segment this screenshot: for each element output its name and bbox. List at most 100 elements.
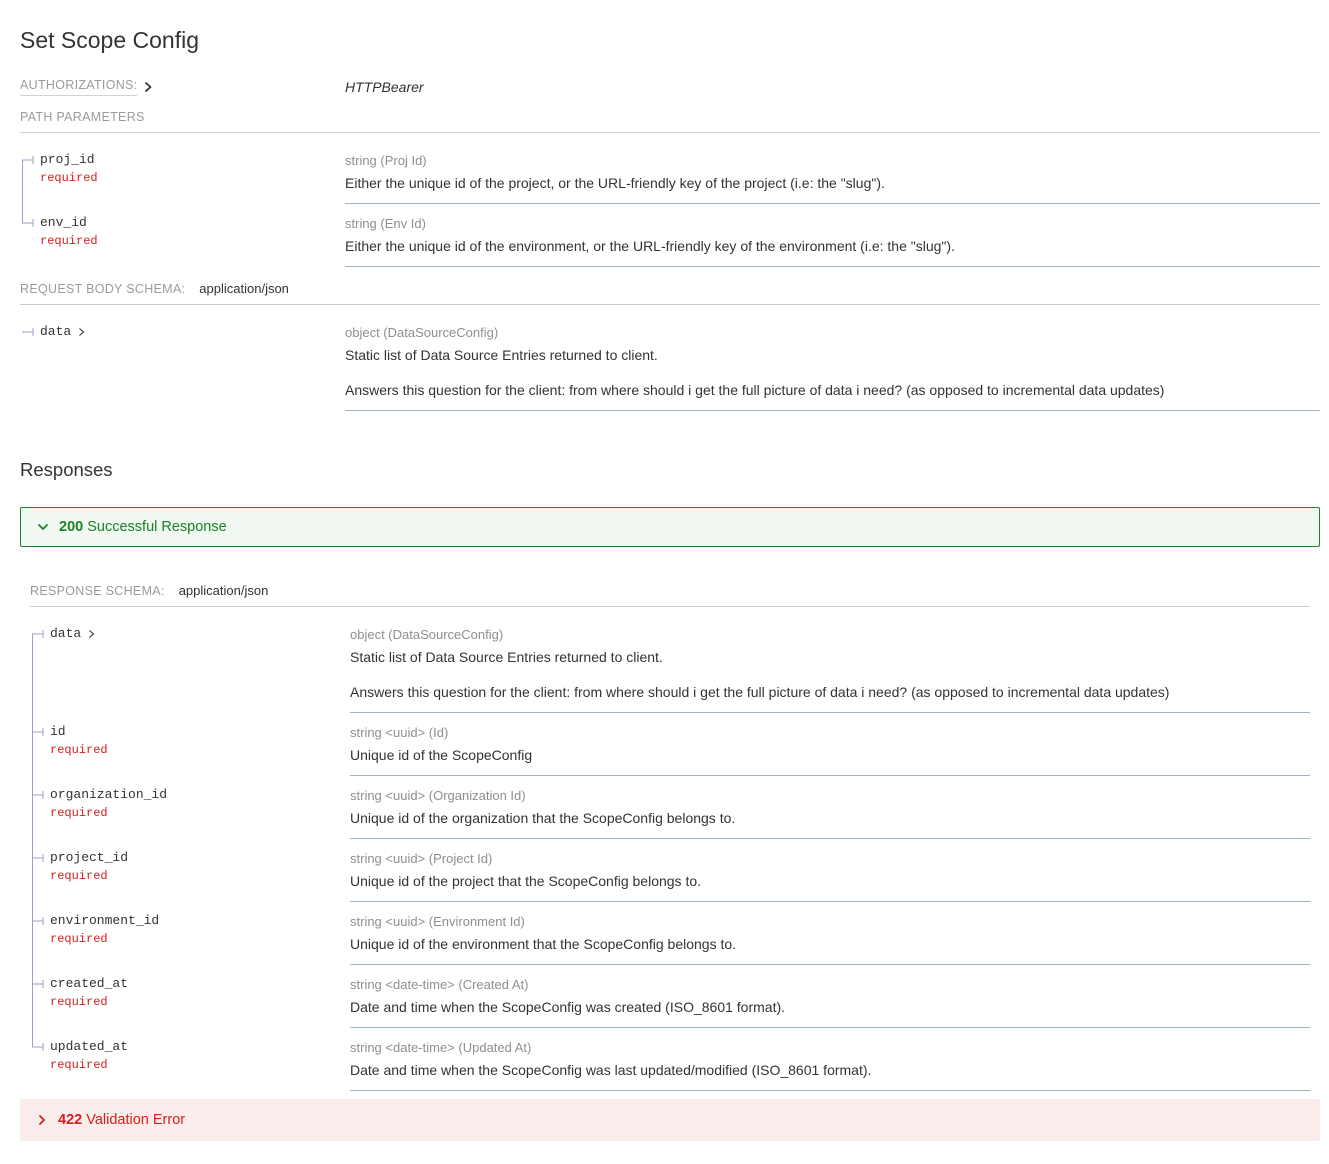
field-row-proj-id: proj_id required string (Proj Id) Either… — [20, 141, 1320, 204]
field-name: created_at — [50, 976, 128, 992]
response-200-code: 200 — [59, 519, 83, 535]
response-422-code: 422 — [58, 1112, 82, 1128]
tree-branch-icon — [22, 218, 35, 228]
response-schema-header: RESPONSE SCHEMA: application/json — [30, 583, 1310, 607]
path-parameters-header: PATH PARAMETERS — [20, 110, 1320, 133]
field-name: id — [50, 724, 66, 740]
field-name-cell: env_id required — [20, 204, 345, 267]
field-type: string <date-time> (Updated At) — [350, 1039, 1310, 1056]
response-schema-fields: data object (DataSourceConfig) Static li… — [30, 615, 1310, 1091]
field-detail-cell: string <uuid> (Organization Id) Unique i… — [350, 776, 1310, 839]
field-description: Either the unique id of the project, or … — [345, 173, 1320, 193]
field-name-cell: data — [20, 313, 345, 411]
tree-line — [32, 902, 33, 965]
field-description: Date and time when the ScopeConfig was l… — [350, 1060, 1310, 1080]
authorizations-label-cell: AUTHORIZATIONS: — [20, 78, 345, 96]
auth-scheme-value: HTTPBearer — [345, 78, 424, 96]
response-200-toggle[interactable]: 200 Successful Response — [20, 507, 1320, 547]
field-required-label: required — [50, 806, 340, 820]
field-type: string <uuid> (Project Id) — [350, 850, 1310, 867]
api-doc-page: Set Scope Config AUTHORIZATIONS: HTTPBea… — [0, 0, 1329, 1153]
field-row-env-id: env_id required string (Env Id) Either t… — [20, 204, 1320, 267]
field-row-project-id: project_id required string <uuid> (Proje… — [30, 839, 1310, 902]
field-name-cell: updated_at required — [30, 1028, 350, 1091]
field-type: object (DataSourceConfig) — [345, 324, 1320, 341]
chevron-right-icon — [35, 1113, 49, 1127]
field-name: updated_at — [50, 1039, 128, 1055]
field-description: Either the unique id of the environment,… — [345, 236, 1320, 256]
field-detail-cell: object (DataSourceConfig) Static list of… — [345, 313, 1320, 411]
authorizations-label: AUTHORIZATIONS: — [20, 78, 137, 96]
authorizations-toggle[interactable]: AUTHORIZATIONS: — [20, 78, 153, 96]
response-422-toggle[interactable]: 422 Validation Error — [20, 1099, 1320, 1141]
tree-line — [32, 965, 33, 1028]
field-detail-cell: string <uuid> (Project Id) Unique id of … — [350, 839, 1310, 902]
field-required-label: required — [40, 171, 335, 185]
tree-line — [32, 839, 33, 902]
field-name-cell: proj_id required — [20, 141, 345, 204]
field-description: Unique id of the organization that the S… — [350, 808, 1310, 828]
field-required-label: required — [50, 743, 340, 757]
tree-branch-icon — [32, 727, 45, 737]
chevron-right-icon — [143, 81, 153, 93]
field-type: string (Env Id) — [345, 215, 1320, 232]
tree-branch-icon — [32, 979, 45, 989]
request-body-fields: data object (DataSourceConfig) Static li… — [0, 313, 1329, 411]
field-detail-cell: string <uuid> (Environment Id) Unique id… — [350, 902, 1310, 965]
field-name-cell: created_at required — [30, 965, 350, 1028]
field-type: string <uuid> (Environment Id) — [350, 913, 1310, 930]
field-detail-cell: string <date-time> (Updated At) Date and… — [350, 1028, 1310, 1091]
field-name-cell: environment_id required — [30, 902, 350, 965]
request-body-schema-header: REQUEST BODY SCHEMA: application/json — [20, 281, 1320, 305]
field-type: string (Proj Id) — [345, 152, 1320, 169]
field-name-expandable[interactable]: data — [40, 324, 71, 340]
request-content-type[interactable]: application/json — [199, 281, 289, 296]
tree-line — [32, 713, 33, 776]
response-422-label: Validation Error — [86, 1112, 185, 1128]
field-name: project_id — [50, 850, 128, 866]
chevron-right-icon[interactable] — [88, 629, 95, 639]
field-row-id: id required string <uuid> (Id) Unique id… — [30, 713, 1310, 776]
tree-branch-icon — [32, 629, 45, 639]
field-type: string <date-time> (Created At) — [350, 976, 1310, 993]
field-row-environment-id: environment_id required string <uuid> (E… — [30, 902, 1310, 965]
field-detail-cell: string <uuid> (Id) Unique id of the Scop… — [350, 713, 1310, 776]
field-description-2: Answers this question for the client: fr… — [350, 682, 1310, 702]
field-detail-cell: string <date-time> (Created At) Date and… — [350, 965, 1310, 1028]
page-title: Set Scope Config — [0, 0, 1329, 54]
field-name-cell: organization_id required — [30, 776, 350, 839]
response-200-label: Successful Response — [87, 519, 226, 535]
field-name-expandable[interactable]: data — [50, 626, 81, 642]
field-type: string <uuid> (Id) — [350, 724, 1310, 741]
tree-line — [32, 776, 33, 839]
tree-line — [32, 634, 33, 713]
tree-branch-icon — [22, 155, 35, 165]
tree-branch-icon — [32, 916, 45, 926]
field-name-cell: id required — [30, 713, 350, 776]
chevron-right-icon[interactable] — [78, 327, 85, 337]
response-content-type[interactable]: application/json — [179, 583, 269, 598]
field-required-label: required — [40, 234, 335, 248]
field-detail-cell: string (Env Id) Either the unique id of … — [345, 204, 1320, 267]
field-row-data: data object (DataSourceConfig) Static li… — [30, 615, 1310, 713]
field-name: environment_id — [50, 913, 159, 929]
field-name-cell: data — [30, 615, 350, 713]
response-schema-section: RESPONSE SCHEMA: application/json data o… — [30, 583, 1310, 1091]
authorizations-row: AUTHORIZATIONS: HTTPBearer — [20, 78, 1320, 96]
field-description: Date and time when the ScopeConfig was c… — [350, 997, 1310, 1017]
field-detail-cell: object (DataSourceConfig) Static list of… — [350, 615, 1310, 713]
field-name-cell: project_id required — [30, 839, 350, 902]
field-description: Unique id of the environment that the Sc… — [350, 934, 1310, 954]
field-description: Static list of Data Source Entries retur… — [350, 647, 1310, 667]
responses-heading: Responses — [20, 457, 1309, 483]
tree-branch-icon — [32, 790, 45, 800]
path-parameters-list: proj_id required string (Proj Id) Either… — [0, 141, 1329, 267]
field-type: object (DataSourceConfig) — [350, 626, 1310, 643]
request-body-schema-label: REQUEST BODY SCHEMA: — [20, 282, 185, 296]
field-name: env_id — [40, 215, 87, 231]
response-schema-label: RESPONSE SCHEMA: — [30, 584, 165, 598]
field-row-created-at: created_at required string <date-time> (… — [30, 965, 1310, 1028]
field-row-updated-at: updated_at required string <date-time> (… — [30, 1028, 1310, 1091]
tree-branch-icon — [22, 327, 35, 337]
path-parameters-label: PATH PARAMETERS — [20, 110, 145, 124]
